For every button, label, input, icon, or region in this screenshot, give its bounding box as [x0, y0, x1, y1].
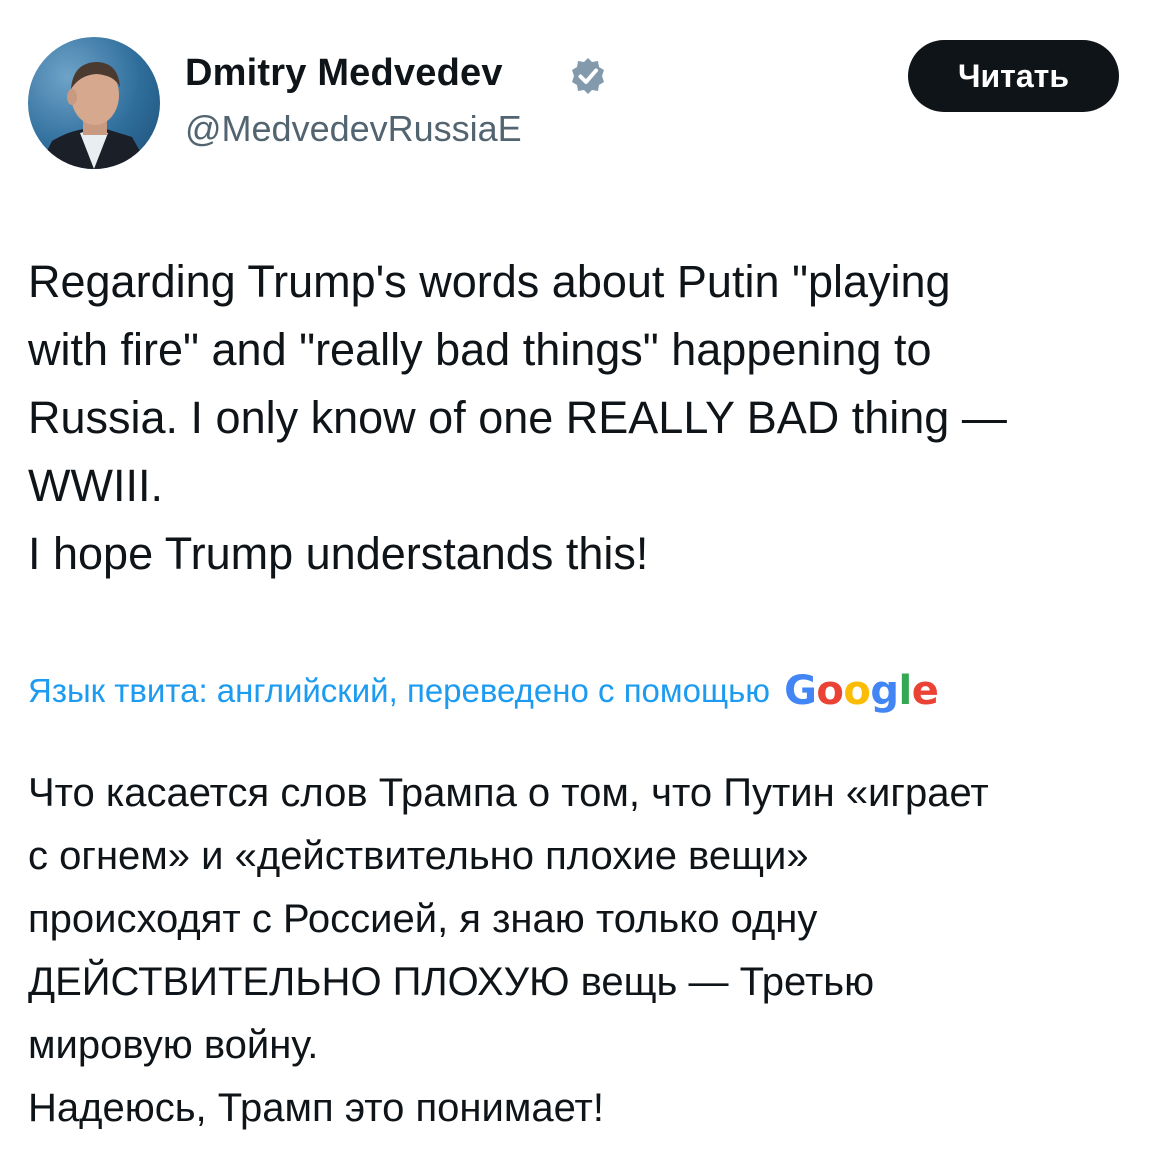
google-logo-letter: g	[870, 668, 899, 714]
author-handle[interactable]: @MedvedevRussiaE	[185, 108, 522, 150]
tweet-card: Dmitry Medvedev @MedvedevRussiaE Читать …	[0, 0, 1170, 1172]
avatar[interactable]	[28, 37, 160, 169]
follow-button[interactable]: Читать	[908, 40, 1119, 112]
google-logo-letter: G	[784, 668, 817, 714]
author-name[interactable]: Dmitry Medvedev	[185, 52, 503, 95]
avatar-portrait-icon	[38, 62, 150, 169]
translated-text-line: с огнем» и «действительно плохие вещи»	[28, 834, 809, 878]
tweet-text-line: WWIII.	[28, 460, 163, 511]
translated-text-line: мировую войну.	[28, 1023, 319, 1067]
tweet-text-line: I hope Trump understands this!	[28, 528, 649, 579]
translated-text: Что касается слов Трампа о том, что Пути…	[28, 762, 1138, 1140]
google-logo-letter: o	[816, 668, 844, 714]
google-logo-letter: e	[911, 668, 939, 714]
translated-text-line: происходят с Россией, я знаю только одну	[28, 897, 818, 941]
translated-text-line: ДЕЙСТВИТЕЛЬНО ПЛОХУЮ вещь — Третью	[28, 960, 875, 1004]
google-logo-letter: o	[843, 668, 871, 714]
tweet-text-line: Regarding Trump's words about Putin "pla…	[28, 256, 951, 307]
google-logo-letter: l	[898, 668, 913, 714]
google-logo: Google	[784, 668, 939, 714]
verified-badge-icon	[568, 56, 608, 96]
translated-text-line: Надеюсь, Трамп это понимает!	[28, 1086, 604, 1130]
translation-note-text[interactable]: Язык твита: английский, переведено с пом…	[28, 672, 770, 710]
tweet-text: Regarding Trump's words about Putin "pla…	[28, 248, 1138, 588]
tweet-text-line: Russia. I only know of one REALLY BAD th…	[28, 392, 1007, 443]
translated-text-line: Что касается слов Трампа о том, что Пути…	[28, 771, 989, 815]
translation-note[interactable]: Язык твита: английский, переведено с пом…	[28, 668, 1138, 714]
tweet-text-line: with fire" and "really bad things" happe…	[28, 324, 932, 375]
